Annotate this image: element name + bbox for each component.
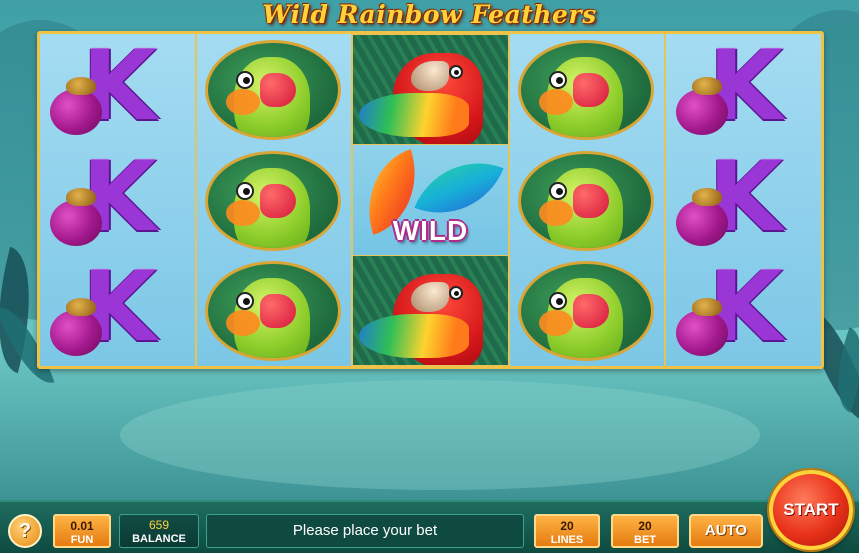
- mangosteen-icon: [676, 187, 729, 246]
- mangosteen-icon: [50, 187, 102, 246]
- symbol-k-mangosteen: K: [666, 34, 821, 145]
- reel-1: K K K: [40, 34, 197, 366]
- mangosteen-icon: [50, 77, 102, 135]
- bet-label: BET: [634, 534, 656, 546]
- symbol-k-mangosteen: K: [666, 145, 821, 256]
- control-bar: ? 0.01 FUN 659 BALANCE Please place your…: [0, 500, 859, 553]
- reel-5: K K K: [666, 34, 821, 366]
- status-message: Please place your bet: [206, 514, 524, 548]
- symbol-green-parrot: [510, 145, 665, 256]
- symbol-green-parrot: [510, 34, 665, 145]
- reel-2: [196, 34, 354, 366]
- start-button[interactable]: START: [769, 470, 853, 550]
- lines-value: 20: [560, 519, 574, 533]
- reel-grid: K K K WILD K K K: [37, 31, 824, 369]
- symbol-green-parrot: [197, 255, 352, 366]
- green-parrot-icon: [204, 150, 341, 251]
- symbol-red-parrot: [353, 34, 508, 146]
- green-parrot-icon: [517, 150, 654, 251]
- green-parrot-icon: [517, 40, 654, 140]
- wild-label: WILD: [392, 215, 469, 247]
- reel-3: WILD: [353, 34, 510, 366]
- bet-button[interactable]: 20 BET: [611, 514, 679, 548]
- bet-value: 20: [638, 519, 652, 533]
- symbol-k-mangosteen: K: [40, 145, 195, 256]
- coin-value-button[interactable]: 0.01 FUN: [53, 514, 111, 548]
- symbol-green-parrot: [197, 145, 352, 256]
- symbol-k-mangosteen: K: [40, 34, 195, 145]
- lines-label: LINES: [550, 534, 584, 546]
- symbol-green-parrot: [510, 255, 665, 366]
- reel-4: [509, 34, 667, 366]
- green-parrot-icon: [517, 261, 654, 362]
- coin-value: 0.01: [70, 519, 94, 533]
- symbol-wild: WILD: [353, 145, 508, 255]
- balance-display: 659 BALANCE: [119, 514, 199, 548]
- symbol-green-parrot: [197, 34, 352, 145]
- game-title: Wild Rainbow Feathers: [262, 0, 597, 29]
- help-button[interactable]: ?: [8, 514, 42, 548]
- balance-value: 659: [148, 518, 170, 532]
- symbol-k-mangosteen: K: [666, 255, 821, 366]
- green-parrot-icon: [204, 261, 341, 362]
- coin-label: FUN: [70, 534, 94, 546]
- balance-label: BALANCE: [132, 533, 186, 545]
- mangosteen-icon: [676, 77, 729, 135]
- auto-button[interactable]: AUTO: [689, 514, 763, 548]
- symbol-k-mangosteen: K: [40, 255, 195, 366]
- symbol-red-parrot: [353, 254, 508, 366]
- lines-button[interactable]: 20 LINES: [534, 514, 600, 548]
- green-parrot-icon: [204, 40, 341, 140]
